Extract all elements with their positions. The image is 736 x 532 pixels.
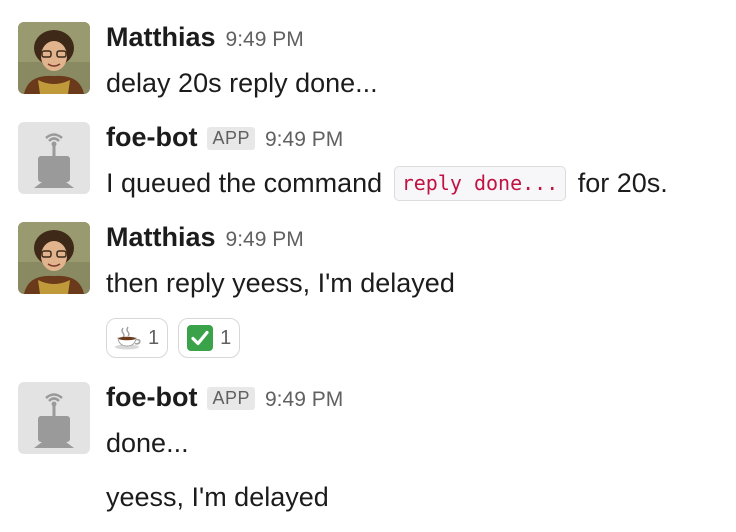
- robot-icon: [18, 382, 90, 454]
- timestamp[interactable]: 9:49 PM: [265, 128, 343, 152]
- author-name[interactable]: Matthias: [106, 222, 216, 253]
- avatar[interactable]: [18, 222, 90, 294]
- followup-message-text: yeess, I'm delayed: [106, 482, 329, 512]
- author-name[interactable]: foe-bot: [106, 122, 197, 153]
- text-segment: for 20s.: [577, 168, 668, 198]
- message: foe-bot APP 9:49 PM done... yeess, I'm d…: [0, 382, 736, 522]
- reaction-coffee[interactable]: 1: [106, 318, 169, 358]
- message-header: Matthias 9:49 PM: [106, 22, 304, 58]
- message-text: done...: [106, 428, 189, 458]
- app-badge: APP: [207, 127, 255, 150]
- inline-code: reply done...: [393, 166, 567, 201]
- author-name[interactable]: foe-bot: [106, 382, 197, 413]
- message-header: Matthias 9:49 PM: [106, 222, 304, 258]
- avatar[interactable]: [18, 382, 90, 454]
- message: Matthias 9:49 PM delay 20s reply done...: [0, 22, 736, 102]
- message-header: foe-bot APP 9:49 PM: [106, 382, 343, 418]
- reaction-white-check-mark[interactable]: 1: [178, 318, 241, 358]
- timestamp[interactable]: 9:49 PM: [265, 388, 343, 412]
- reaction-count: 1: [148, 326, 160, 349]
- author-name[interactable]: Matthias: [106, 22, 216, 53]
- message: foe-bot APP 9:49 PM I queued the command…: [0, 122, 736, 202]
- message-text: then reply yeess, I'm delayed: [106, 268, 455, 298]
- message-feed: Matthias 9:49 PM delay 20s reply done...…: [0, 0, 736, 532]
- user-portrait-icon: [18, 222, 90, 294]
- app-badge: APP: [207, 387, 255, 410]
- message: Matthias 9:49 PM then reply yeess, I'm d…: [0, 222, 736, 362]
- message-header: foe-bot APP 9:49 PM: [106, 122, 343, 158]
- timestamp[interactable]: 9:49 PM: [226, 228, 304, 252]
- reaction-count: 1: [220, 326, 232, 349]
- coffee-icon: [114, 324, 142, 352]
- message-text: delay 20s reply done...: [106, 68, 378, 98]
- text-segment: I queued the command: [106, 168, 383, 198]
- robot-icon: [18, 122, 90, 194]
- white-check-mark-icon: [186, 324, 214, 352]
- avatar[interactable]: [18, 22, 90, 94]
- reactions-bar: 1 1: [106, 318, 241, 358]
- avatar[interactable]: [18, 122, 90, 194]
- user-portrait-icon: [18, 22, 90, 94]
- timestamp[interactable]: 9:49 PM: [226, 28, 304, 52]
- message-text: I queued the command reply done... for 2…: [106, 166, 668, 201]
